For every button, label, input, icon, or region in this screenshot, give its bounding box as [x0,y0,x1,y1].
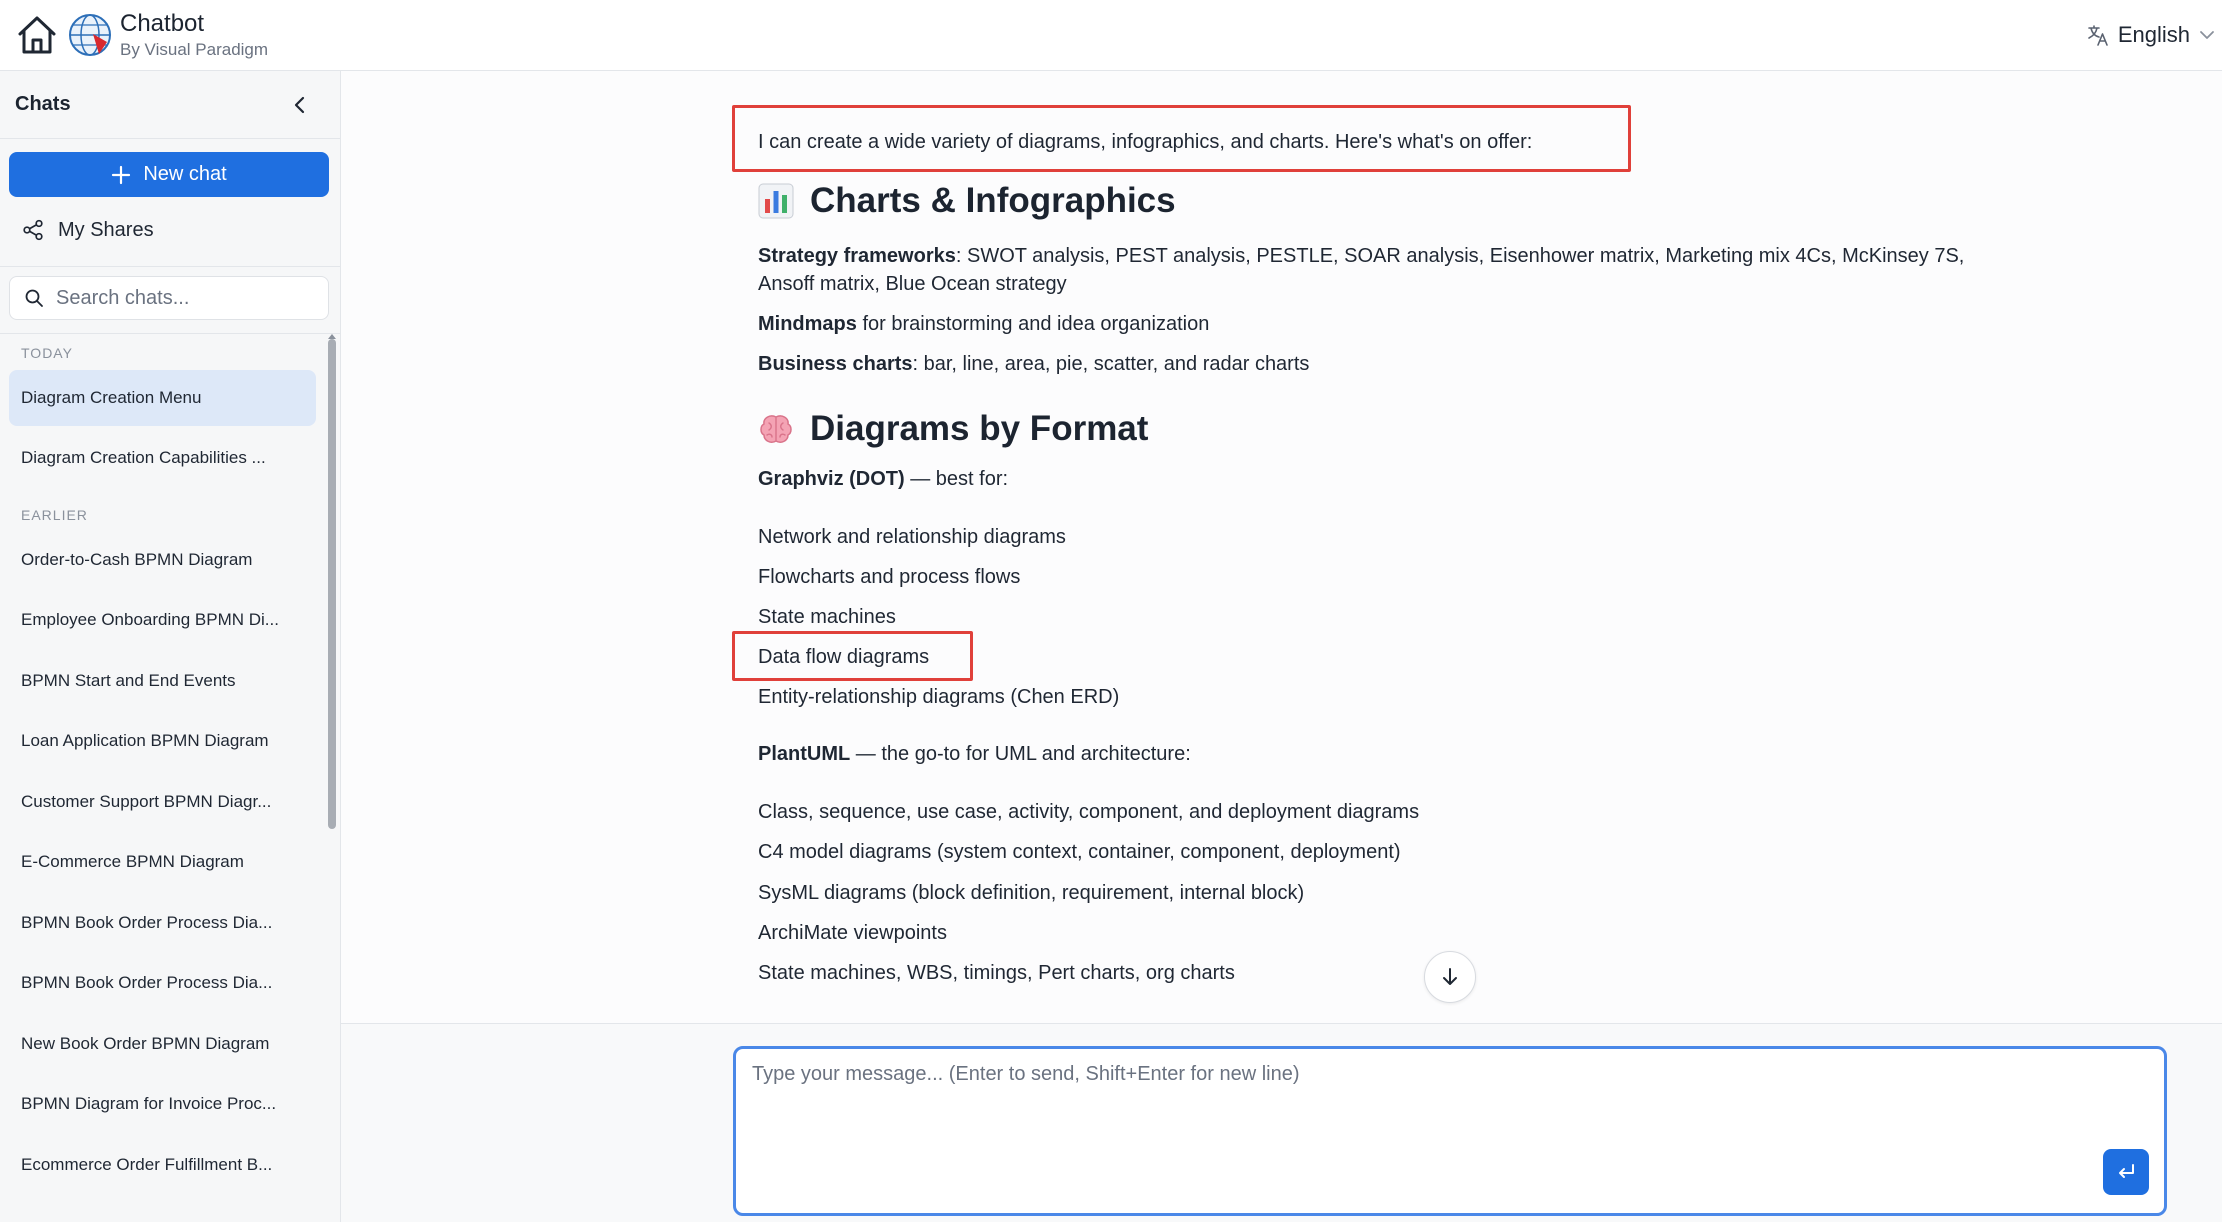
section-heading-text: Charts & Infographics [810,181,1176,220]
chat-item[interactable]: New Book Order BPMN Diagram [9,1016,316,1072]
list-item: Data flow diagrams [758,646,930,668]
sidebar-scrollbar[interactable] [328,339,336,829]
chat-item[interactable]: Customer Support BPMN Diagr... [9,774,316,830]
list-item: C4 model diagrams (system context, conta… [758,841,1401,863]
app-header: Chatbot By Visual Paradigm English [0,0,2222,71]
chat-item[interactable]: E-Commerce BPMN Diagram [9,834,316,890]
chat-main: I can create a wide variety of diagrams,… [341,71,2222,1023]
my-shares-label: My Shares [58,218,154,241]
send-button[interactable] [2103,1149,2149,1195]
chat-item[interactable]: Diagram Creation Menu [9,370,316,426]
arrow-down-icon [1443,968,1457,985]
intro-text: I can create a wide variety of diagrams,… [758,131,1533,153]
chevron-down-icon [2200,31,2214,39]
chat-item[interactable]: BPMN Start and End Events [9,653,316,709]
sidebar-title: Chats [15,93,71,115]
format-intro-graphviz: Graphviz (DOT) — best for: [758,468,1008,491]
visual-paradigm-logo [69,14,111,56]
plus-icon [112,165,131,184]
list-item: Strategy frameworks: SWOT analysis, PEST… [758,245,1964,268]
list-item: Network and relationship diagrams [758,526,1066,548]
sidebar-header: Chats [0,71,340,139]
item-bold: Business charts [758,353,913,375]
list-item: State machines, WBS, timings, Pert chart… [758,962,1235,984]
chat-sidebar: Chats New chat My Shares TODAY Diagram C… [0,71,341,1222]
share-icon [23,219,43,241]
bar-chart-icon [758,183,794,219]
list-item: ArchiMate viewpoints [758,922,947,944]
format-intro-plantuml: PlantUML — the go-to for UML and archite… [758,743,1191,766]
section-heading-charts: Charts & Infographics [758,181,1176,221]
brain-icon [760,415,792,443]
group-label-today: TODAY [21,345,73,361]
scroll-to-bottom-button[interactable] [1424,951,1476,1003]
chat-item[interactable]: Diagram Creation Capabilities ... [9,430,316,486]
list-item: State machines [758,606,896,628]
item-text: : bar, line, area, pie, scatter, and rad… [912,353,1310,375]
list-item: Mindmaps for brainstorming and idea orga… [758,313,1209,336]
search-icon [25,289,43,307]
format-text: — the go-to for UML and architecture: [850,743,1191,765]
chevron-left-icon[interactable] [288,93,312,117]
list-item: Business charts: bar, line, area, pie, s… [758,353,1309,376]
item-bold: Strategy frameworks [758,245,956,267]
message-composer[interactable] [733,1046,2167,1216]
list-item: Flowcharts and process flows [758,566,1021,588]
language-label: English [2117,22,2190,47]
list-item: Entity-relationship diagrams (Chen ERD) [758,686,1120,708]
new-chat-label: New chat [143,163,227,185]
new-chat-button[interactable]: New chat [9,152,329,197]
format-text: — best for: [904,468,1009,490]
item-text: for brainstorming and idea organization [856,313,1210,335]
format-bold: PlantUML [758,743,851,765]
sidebar-divider [0,333,340,334]
list-item-continuation: Ansoff matrix, Blue Ocean strategy [758,273,1067,295]
chat-item[interactable]: BPMN Diagram for Invoice Proc... [9,1076,316,1132]
item-text: : SWOT analysis, PEST analysis, PESTLE, … [955,245,1965,267]
chat-item[interactable]: Employee Onboarding BPMN Di... [9,592,316,648]
chat-item[interactable]: Order-to-Cash BPMN Diagram [9,532,316,588]
section-heading-diagrams: Diagrams by Format [758,409,1148,449]
search-chats-input[interactable] [56,286,306,310]
app-title: Chatbot [120,10,205,37]
search-chats-box[interactable] [9,276,329,320]
section-heading-text: Diagrams by Format [810,409,1149,448]
chat-item[interactable]: Ecommerce Order Fulfillment B... [9,1137,316,1193]
chat-item[interactable]: Loan Application BPMN Diagram [9,713,316,769]
group-label-earlier: EARLIER [21,507,88,523]
enter-icon [2119,1164,2134,1178]
chat-item[interactable]: BPMN Book Order Process Dia... [9,955,316,1011]
format-bold: Graphviz (DOT) [758,468,905,490]
sidebar-divider [0,266,340,267]
home-icon[interactable] [14,12,60,58]
list-item: SysML diagrams (block definition, requir… [758,882,1305,904]
language-selector[interactable]: English [2086,20,2222,50]
translate-icon [2088,25,2108,46]
item-bold: Mindmaps [758,313,857,335]
chat-item[interactable]: BPMN Book Order Process Dia... [9,895,316,951]
app-subtitle: By Visual Paradigm [120,40,269,59]
my-shares-link[interactable]: My Shares [22,215,154,245]
message-input[interactable] [752,1063,2132,1183]
list-item: Class, sequence, use case, activity, com… [758,801,1420,823]
